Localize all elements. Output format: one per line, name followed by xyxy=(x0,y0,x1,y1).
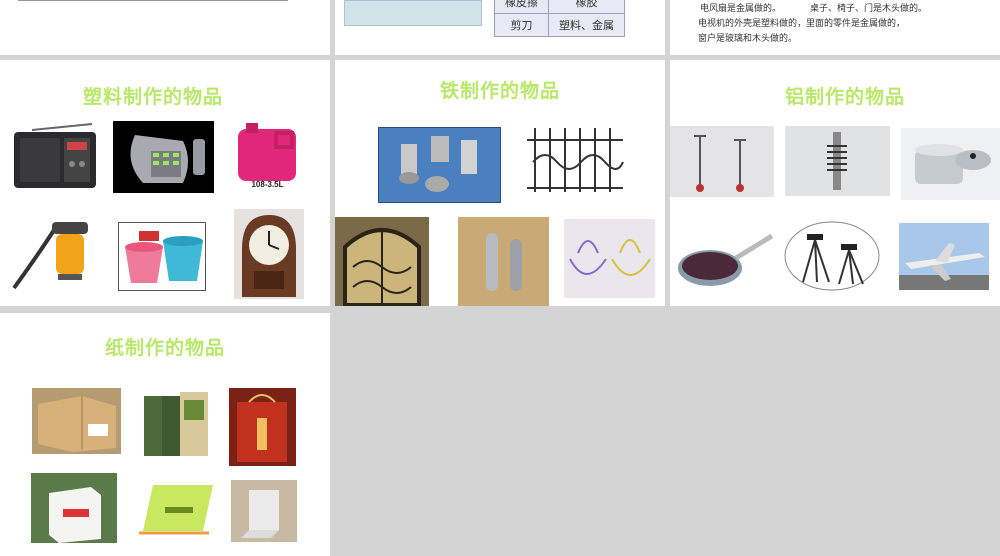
slide-title: 铝制作的物品 xyxy=(784,86,905,108)
paper-stand-image xyxy=(231,480,297,542)
iron-rods-image xyxy=(458,217,549,306)
table-cell-item: 橡皮擦 xyxy=(494,0,549,14)
slide-top-middle: 橡皮擦 橡胶 剪刀 塑料、金属 xyxy=(335,0,665,55)
slide-top-right: 电风扇是金属做的。 桌子、椅子、门是木头做的。 电视机的外壳是塑料做的，里面的零… xyxy=(670,0,1000,55)
photo-thumbnail xyxy=(344,0,482,26)
desk-calendar-image xyxy=(139,481,217,536)
note-line-3: 窗户是玻璃和木头做的。 xyxy=(698,34,798,44)
airplane-image xyxy=(899,223,989,290)
note-line-1b: 桌子、椅子、门是木头做的。 xyxy=(810,4,928,14)
divider-line xyxy=(18,0,288,1)
iron-bolts-image xyxy=(378,127,501,203)
paper-box-image xyxy=(31,473,117,543)
iron-gate-image xyxy=(335,217,429,306)
bottle-caption: 108-3.5L xyxy=(251,180,284,189)
note-line-1a: 电风扇是金属做的。 xyxy=(700,4,782,14)
vacuum-cleaner-image xyxy=(10,212,90,294)
frying-pan-image xyxy=(676,228,776,292)
table-row: 剪刀 塑料、金属 xyxy=(494,13,625,37)
slide-top-left xyxy=(0,0,330,55)
books-image xyxy=(140,388,212,460)
iron-fence-image xyxy=(525,122,625,196)
tripod-image xyxy=(783,220,881,292)
scooter-image xyxy=(670,126,774,197)
note-line-2: 电视机的外壳是塑料做的，里面的零件是金属做的， xyxy=(698,19,906,29)
iron-baskets-image xyxy=(564,219,655,298)
gift-bag-image xyxy=(229,388,296,466)
slide-title: 塑料制作的物品 xyxy=(82,86,223,108)
clock-image xyxy=(234,209,304,299)
table-cell-material: 塑料、金属 xyxy=(548,13,625,37)
material-table: 橡皮擦 橡胶 剪刀 塑料、金属 xyxy=(494,0,625,37)
shock-absorber-image xyxy=(785,126,890,196)
cooking-pot-image xyxy=(901,128,1000,200)
slide-title: 纸制作的物品 xyxy=(104,337,225,359)
radio-image xyxy=(12,120,98,190)
table-cell-item: 剪刀 xyxy=(494,13,549,37)
table-cell-material: 橡胶 xyxy=(548,0,625,14)
slide-paper: 纸制作的物品 xyxy=(0,313,330,556)
slide-aluminum: 铝制作的物品 xyxy=(670,60,1000,306)
telephone-image xyxy=(113,121,214,193)
oil-bottle-image: 108-3.5L xyxy=(230,121,305,191)
cardboard-box-image xyxy=(32,388,121,454)
slide-iron: 铁制作的物品 xyxy=(335,60,665,306)
slide-title: 铁制作的物品 xyxy=(439,80,560,102)
slide-plastic: 塑料制作的物品 108-3.5L xyxy=(0,60,330,306)
table-row: 橡皮擦 橡胶 xyxy=(494,0,625,14)
buckets-image xyxy=(118,222,206,291)
